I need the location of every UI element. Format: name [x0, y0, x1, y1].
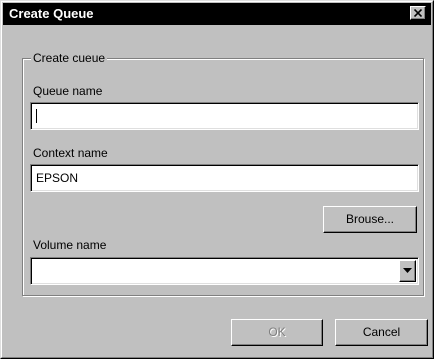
queue-name-input[interactable]: [30, 102, 419, 130]
context-name-label: Context name: [33, 146, 108, 160]
text-caret: [36, 109, 37, 123]
browse-button[interactable]: Brouse...: [323, 206, 417, 233]
create-queue-dialog: Create Queue Create cueue Queue name Con…: [0, 0, 434, 359]
close-icon: [414, 9, 422, 17]
ok-button[interactable]: OK: [231, 319, 323, 346]
cancel-button[interactable]: Cancel: [335, 319, 428, 346]
volume-name-select[interactable]: [30, 257, 419, 285]
groupbox-legend: Create cueue: [31, 51, 108, 65]
close-button[interactable]: [410, 6, 426, 20]
context-name-input[interactable]: EPSON: [30, 164, 419, 192]
queue-name-label: Queue name: [33, 84, 103, 98]
dialog-title: Create Queue: [9, 6, 94, 21]
volume-name-label: Volume name: [33, 238, 107, 252]
chevron-down-icon: [403, 268, 412, 273]
volume-name-dropdown-button[interactable]: [399, 260, 416, 282]
context-name-value: EPSON: [36, 171, 79, 185]
title-bar[interactable]: Create Queue: [3, 3, 431, 25]
